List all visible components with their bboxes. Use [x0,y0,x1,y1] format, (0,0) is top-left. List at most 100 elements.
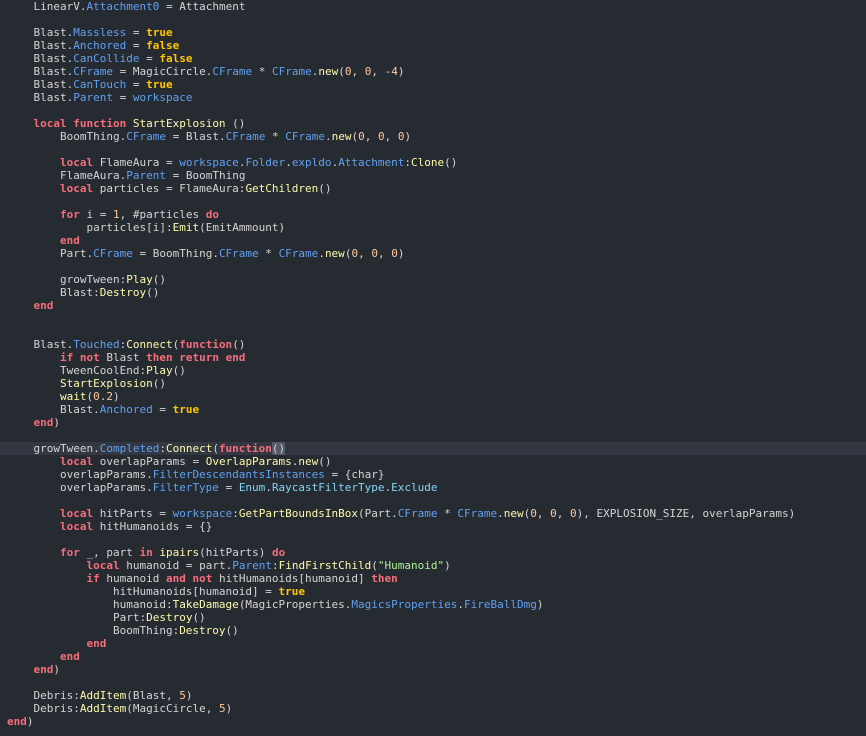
code-line[interactable]: local hitHumanoids = {} [0,520,866,533]
code-line[interactable]: end [0,650,866,663]
code-token: ) [225,702,233,715]
code-token: Folder [245,156,286,169]
code-line[interactable]: ​ [0,494,866,507]
code-line[interactable]: if humanoid and not hitHumanoids[humanoi… [0,572,866,585]
code-token: StartExplosion [132,117,226,130]
code-line[interactable]: Part:Destroy() [0,611,866,624]
code-line[interactable]: overlapParams.FilterDescendantsInstances… [0,468,866,481]
code-line[interactable]: end [0,299,866,312]
code-line[interactable]: Blast.Touched:Connect(function() [0,338,866,351]
code-line[interactable]: end [0,637,866,650]
code-line[interactable]: BoomThing:Destroy() [0,624,866,637]
code-token: Part. [7,247,94,260]
code-token: . [265,481,272,494]
code-token: , [377,247,392,260]
code-line[interactable]: Debris:AddItem(MagicCircle, 5) [0,702,866,715]
code-token: * [258,247,279,260]
code-line[interactable]: ​ [0,13,866,26]
code-token: growTween: [7,273,127,286]
code-line[interactable]: Debris:AddItem(Blast, 5) [0,689,866,702]
code-token: false [159,52,193,65]
code-token: ) [397,65,405,78]
code-line[interactable]: end [0,234,866,247]
code-token: : [271,559,279,572]
code-token: new [318,65,339,78]
code-line[interactable]: Part.CFrame = BoomThing.CFrame * CFrame.… [0,247,866,260]
code-line[interactable]: ​ [0,676,866,689]
code-line[interactable]: for i = 1, #particles do [0,208,866,221]
current-code-line[interactable]: growTween.Completed:Connect(function() [0,442,866,455]
code-token: CanCollide [73,52,140,65]
code-line[interactable]: ​ [0,104,866,117]
code-token: GetPartBoundsInBox [238,507,359,520]
code-line[interactable]: humanoid:TakeDamage(MagicProperties.Magi… [0,598,866,611]
code-line[interactable]: local FlameAura = workspace.Folder.expld… [0,156,866,169]
code-line[interactable]: Blast.Anchored = true [0,403,866,416]
code-token: ) [53,663,60,676]
code-token: 0 [391,247,398,260]
code-token: workspace [132,91,193,104]
code-line[interactable]: local function StartExplosion () [0,117,866,130]
code-token: 0 [377,130,385,143]
code-line[interactable]: Blast.CFrame = MagicCircle.CFrame * CFra… [0,65,866,78]
code-token: , [536,507,551,520]
code-line[interactable]: Blast.Anchored = false [0,39,866,52]
code-line[interactable]: for _, part in ipairs(hitParts) do [0,546,866,559]
code-line[interactable]: Blast.CanTouch = true [0,78,866,91]
code-line[interactable]: wait(0.2) [0,390,866,403]
code-line[interactable]: local hitParts = workspace:GetPartBounds… [0,507,866,520]
code-token: Anchored [73,39,127,52]
code-line[interactable]: if not Blast then return end [0,351,866,364]
code-token: Play [146,364,173,377]
code-token: local [59,455,94,468]
code-line[interactable]: ​ [0,429,866,442]
code-line[interactable]: ​ [0,312,866,325]
code-token: Blast. [7,52,74,65]
code-line[interactable]: end) [0,663,866,676]
code-token: CFrame [457,507,498,520]
code-line[interactable]: ​ [0,143,866,156]
code-token: true [278,585,306,598]
code-token: Destroy [179,624,226,637]
code-line[interactable]: FlameAura.Parent = BoomThing [0,169,866,182]
code-token: ) [404,130,412,143]
code-token: hitHumanoids = {} [93,520,213,533]
code-token: end [86,637,107,650]
code-token: in [139,546,153,559]
code-line[interactable]: local overlapParams = OverlapParams.new(… [0,455,866,468]
code-line[interactable]: Blast:Destroy() [0,286,866,299]
code-line[interactable]: BoomThing.CFrame = Blast.CFrame * CFrame… [0,130,866,143]
code-line[interactable]: local particles = FlameAura:GetChildren(… [0,182,866,195]
code-editor[interactable]: LinearV.Attachment0 = Attachment​ Blast.… [0,0,866,736]
code-token: then [371,572,398,585]
code-line[interactable]: TweenCoolEnd:Play() [0,364,866,377]
code-line[interactable]: particles[i]:Emit(EmitAmmount) [0,221,866,234]
code-line[interactable]: local humanoid = part.Parent:FindFirstCh… [0,559,866,572]
code-line[interactable]: end) [0,416,866,429]
code-line[interactable]: ​ [0,325,866,338]
code-line[interactable]: growTween:Play() [0,273,866,286]
code-line[interactable]: Blast.CanCollide = false [0,52,866,65]
code-line[interactable]: ​ [0,533,866,546]
code-line[interactable]: Blast.Parent = workspace [0,91,866,104]
code-line[interactable]: overlapParams.FilterType = Enum.RaycastF… [0,481,866,494]
code-line[interactable]: ​ [0,260,866,273]
code-token: LinearV. [7,0,87,13]
code-token: Completed [99,442,160,455]
code-token: ) [278,442,286,455]
code-token: end [33,299,54,312]
code-token: (Part. [358,507,398,520]
code-token: TakeDamage [172,598,239,611]
code-token: = MagicCircle. [112,65,213,78]
code-line[interactable]: LinearV.Attachment0 = Attachment [0,0,866,13]
code-line[interactable]: hitHumanoids[humanoid] = true [0,585,866,598]
code-line[interactable]: end) [0,715,866,728]
code-line[interactable]: StartExplosion() [0,377,866,390]
code-token: () [232,338,246,351]
code-line[interactable]: ​ [0,195,866,208]
code-line[interactable]: Blast.Massless = true [0,26,866,39]
